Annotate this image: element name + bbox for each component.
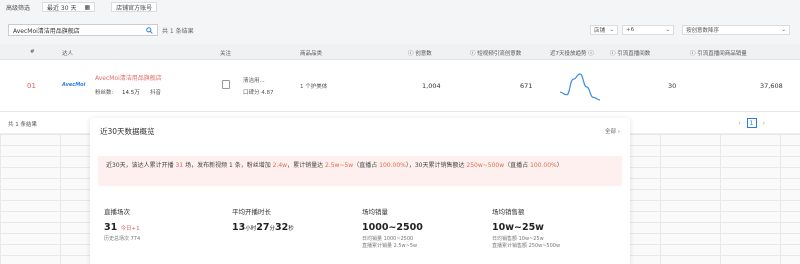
creatives-value: 1,004 <box>422 82 441 90</box>
stat-sub: 日均销量 1000~2500 直播累计销量 2.5w~5w <box>362 236 492 250</box>
summary-box: 近30天，该达人累计开播 31 场，发布新视频 1 条，粉丝增加 2.4w，累计… <box>98 156 622 186</box>
pagination: ‹ 1 › <box>738 118 765 128</box>
col-creatives[interactable]: ⓘ 创意数 <box>408 49 432 57</box>
fans-label: 粉丝数: <box>95 90 114 96</box>
view-all-link[interactable]: 全部 › <box>605 127 620 135</box>
sort-label: 按创意数降序 <box>686 28 720 34</box>
stat-sub: 历史总场次 774 <box>104 236 141 242</box>
duration-hours: 13 <box>232 222 246 233</box>
sort-dropdown[interactable]: 按创意数降序 ⌄ <box>682 25 790 35</box>
summary-pct: 100.00% <box>530 162 557 169</box>
stat-sub: 日均销售额 10w~25w 直播累计销售额 250w~500w <box>492 236 622 250</box>
col-trend: 近7天投放趋势 ⓘ <box>550 51 594 57</box>
stat-sub-total: 直播累计销售额 250w~500w <box>492 243 561 249</box>
trend-line <box>559 73 601 101</box>
stat-sub-total: 直播累计销量 2.5w~5w <box>362 243 418 249</box>
stat-today-delta: 今日+1 <box>120 226 140 232</box>
truncated-cell-a: 清洁用... <box>243 78 265 84</box>
unit-seconds: 秒 <box>288 226 294 232</box>
top-filter-bar: 高级筛选 最近 30 天 ▦ 店铺官方账号 <box>0 0 800 14</box>
influencer-name-link[interactable]: AvecMoi清洁用品旗舰店 <box>95 73 162 82</box>
stat-sub-daily: 日均销量 1000~2500 <box>362 236 414 242</box>
chevron-down-icon: ⌄ <box>609 27 614 33</box>
stat-avg-duration: 平均开播时长 13小时27分32秒 <box>232 206 362 233</box>
info-icon: ⓘ <box>586 51 594 57</box>
row-rank: 01 <box>27 82 36 90</box>
shop-logo: AvecMoi <box>62 82 86 88</box>
stat-value: 10w~25w <box>492 222 544 233</box>
stat-label: 场均销量 <box>362 208 388 216</box>
summary-text: （直播占 <box>504 162 531 169</box>
more-filter-dropdown[interactable]: +6 ⌄ <box>622 25 674 35</box>
summary-text: 近30天，该达人累计开播 <box>106 162 176 169</box>
summary-amount: 250w~500w <box>466 162 505 169</box>
bookmark-icon[interactable] <box>222 80 230 89</box>
next-page-icon[interactable]: › <box>763 120 765 127</box>
col-category[interactable]: 商品品类 <box>300 49 322 57</box>
summary-text: ，累计销量达 <box>287 162 326 169</box>
duration-minutes: 27 <box>256 222 270 233</box>
table-row[interactable]: 01 AvecMoi AvecMoi清洁用品旗舰店 粉丝数: 14.5万 抖音 … <box>0 60 800 112</box>
summary-sales: 2.5w~5w <box>325 162 354 169</box>
page-button-1[interactable]: 1 <box>746 118 757 128</box>
stat-label: 直播场次 <box>104 208 130 216</box>
search-bar: AvecMoi清洁用品旗舰店 共 1 条结果 店铺 ⌄ +6 ⌄ 按创意数降序 … <box>0 22 800 38</box>
more-filter-label: +6 <box>626 27 635 33</box>
stat-live-count: 直播场次 31 今日+1 历史总场次 774 <box>104 206 234 243</box>
col-live-sales[interactable]: ⓘ 引流直播间商品销量 <box>690 49 747 57</box>
stat-avg-amount: 场均销售额 10w~25w 日均销售额 10w~25w 直播累计销售额 250w~… <box>492 206 622 250</box>
fans-value: 14.5万 <box>122 90 140 96</box>
stat-value: 1000~2500 <box>362 222 423 233</box>
advanced-filter-button[interactable]: 高级筛选 <box>0 0 36 14</box>
col-short-video[interactable]: ⓘ 短视频引流创意数 <box>470 49 521 57</box>
stat-value: 31 今日+1 <box>104 222 234 233</box>
shop-official-label: 店铺官方账号 <box>116 4 153 12</box>
date-range-value: 最近 30 天 <box>47 4 77 12</box>
shop-filter-label: 店铺 <box>594 28 606 34</box>
live-rooms-value: 30 <box>668 82 677 90</box>
stat-label: 平均开播时长 <box>232 208 271 216</box>
summary-text: ） <box>556 162 563 169</box>
footer-count: 共 1 条结果 <box>8 122 37 128</box>
summary-text: ），30天累计销售额达 <box>405 162 467 169</box>
col-follow: 关注 <box>220 51 232 57</box>
shop-official-tag[interactable]: 店铺官方账号 <box>111 2 158 12</box>
truncated-cell-b: 口碑分 4.87 <box>243 90 274 96</box>
shop-filter-dropdown[interactable]: 店铺 ⌄ <box>590 25 618 35</box>
category-cell: 1 个护美体 <box>300 84 328 90</box>
trend-sparkline <box>559 73 601 101</box>
stat-value: 13小时27分32秒 <box>232 222 362 233</box>
overview-popover: 近30天数据概览 全部 › 近30天，该达人累计开播 31 场，发布新视频 1 … <box>90 118 630 264</box>
stat-avg-sales: 场均销量 1000~2500 日均销量 1000~2500 直播累计销量 2.5w… <box>362 206 492 250</box>
stat-number: 31 <box>104 222 118 233</box>
live-sales-value: 37,608 <box>760 82 783 90</box>
chevron-down-icon: ⌄ <box>781 27 786 33</box>
table-header: # 达人 关注 商品品类 ⓘ 创意数 ⓘ 短视频引流创意数 近7天投放趋势 ⓘ … <box>0 44 800 60</box>
col-rank: # <box>30 49 35 55</box>
result-count: 共 1 条结果 <box>162 28 194 35</box>
platform-label: 抖音 <box>150 90 162 96</box>
summary-text: （直播占 <box>353 162 380 169</box>
search-icon[interactable] <box>146 26 153 34</box>
col-influencer: 达人 <box>62 51 74 57</box>
short-video-value: 671 <box>520 82 533 90</box>
summary-pct: 100.00% <box>379 162 406 169</box>
prev-page-icon[interactable]: ‹ <box>738 120 740 127</box>
duration-seconds: 32 <box>275 222 289 233</box>
date-range-select[interactable]: 最近 30 天 ▦ <box>42 2 96 12</box>
search-input[interactable]: AvecMoi清洁用品旗舰店 <box>8 24 158 36</box>
stat-sub-daily: 日均销售额 10w~25w <box>492 236 544 242</box>
search-value: AvecMoi清洁用品旗舰店 <box>13 27 80 35</box>
chevron-down-icon: ⌄ <box>665 27 670 33</box>
unit-hours: 小时 <box>245 226 257 232</box>
stat-label: 场均销售额 <box>492 208 525 216</box>
summary-text: 场，发布新视频 1 条，粉丝增加 <box>183 162 273 169</box>
calendar-icon: ▦ <box>84 3 91 11</box>
summary-fans-add: 2.4w <box>272 162 288 169</box>
col-live-rooms[interactable]: ⓘ 引流直播间数 <box>610 49 650 57</box>
overview-title: 近30天数据概览 <box>100 127 155 136</box>
